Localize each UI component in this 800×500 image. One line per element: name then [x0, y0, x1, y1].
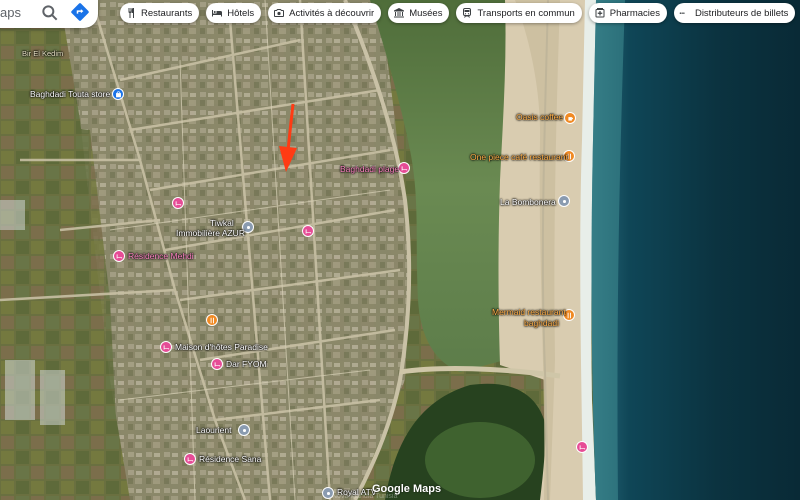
hotel-marker[interactable]: [211, 358, 223, 370]
place-label-one-piece: One piece café restaurant: [470, 152, 568, 162]
hotel-marker[interactable]: [184, 453, 196, 465]
pharmacy-icon: [595, 8, 605, 18]
bed-icon: [401, 165, 407, 171]
bed-icon: [305, 228, 311, 234]
directions-icon[interactable]: [70, 2, 90, 22]
search-input[interactable]: [0, 5, 40, 20]
place-label-baghdadi-touta: Baghdadi Touta store: [30, 89, 111, 99]
chip-restaurants[interactable]: Restaurants: [120, 3, 200, 23]
pin-icon: [326, 491, 330, 495]
chip-hotels[interactable]: Hôtels: [206, 3, 262, 23]
pin-icon: [242, 428, 246, 432]
museum-icon: [394, 8, 405, 18]
google-maps-watermark: Google Maps: [372, 483, 442, 495]
place-marker[interactable]: [558, 195, 570, 207]
place-label-bombonera: La Bombonera: [500, 197, 556, 207]
coffee-icon: [567, 116, 573, 121]
chip-atms[interactable]: ••• Distributeurs de billets: [673, 3, 796, 23]
chip-label: Restaurants: [141, 7, 193, 19]
chip-activities[interactable]: Activités à découvrir: [268, 3, 382, 23]
bed-icon: [212, 10, 223, 17]
bed-icon: [579, 444, 585, 450]
chip-pharmacies[interactable]: Pharmacies: [588, 3, 667, 23]
fork-knife-icon: [567, 312, 571, 318]
place-label-dar-fyom: Dar FYOM: [226, 359, 267, 369]
hotel-marker[interactable]: [160, 341, 172, 353]
chip-label: Pharmacies: [609, 7, 660, 19]
place-label-mermaid-1: Mermaid restaurant: [492, 307, 566, 317]
restaurant-marker[interactable]: [206, 314, 218, 326]
search-icon[interactable]: [40, 3, 60, 23]
atm-icon: •••: [679, 11, 685, 17]
place-label-sana: Résidence Sana: [199, 454, 262, 464]
chip-label: Musées: [409, 7, 443, 19]
bed-icon: [163, 344, 169, 350]
place-label-immobiliere: Immobilière AZUR: [176, 228, 245, 238]
hotel-marker[interactable]: [302, 225, 314, 237]
hotel-marker[interactable]: [113, 250, 125, 262]
hotel-marker[interactable]: [398, 162, 410, 174]
chip-museums[interactable]: Musées: [388, 3, 450, 23]
fork-knife-icon: [128, 8, 134, 18]
chip-transit[interactable]: Transports en commun: [456, 3, 582, 23]
place-label-laourient: Laourient: [196, 425, 232, 435]
chip-label: Transports en commun: [477, 7, 575, 19]
place-label-oasis-coffee: Oasis coffee: [516, 112, 564, 122]
pin-icon: [246, 225, 250, 229]
bed-icon: [175, 200, 181, 206]
place-label-bir-el-kedim: Bir El Kedim: [22, 49, 64, 58]
place-label-baghdadi-plage: Baghdadi plage: [340, 164, 400, 174]
chip-label: Hôtels: [227, 7, 255, 19]
svg-text:•••: •••: [679, 11, 685, 17]
place-label-mehdi: Résidence Mehdi: [128, 251, 194, 261]
pin-icon: [562, 199, 566, 203]
hotel-marker[interactable]: [576, 441, 588, 453]
category-chips: Restaurants Hôtels Activités à découvrir…: [120, 3, 796, 23]
bed-icon: [187, 456, 193, 462]
bed-icon: [116, 253, 122, 259]
bed-icon: [214, 361, 220, 367]
place-label-tiwkal: Tiwkal: [210, 218, 234, 228]
place-marker[interactable]: [238, 424, 250, 436]
cafe-marker[interactable]: [564, 112, 576, 124]
camera-icon: [274, 9, 285, 17]
fork-knife-icon: [210, 317, 214, 323]
train-icon: [463, 8, 472, 18]
shop-marker[interactable]: [112, 88, 124, 100]
place-label-maison: Maison d'hôtes Paradise: [175, 342, 268, 352]
place-label-mermaid-2: baghdadi: [524, 318, 559, 328]
shopping-bag-icon: [115, 90, 121, 97]
hotel-marker[interactable]: [172, 197, 184, 209]
chip-label: Distributeurs de billets: [694, 7, 789, 19]
search-box: [0, 0, 98, 28]
chip-label: Activités à découvrir: [289, 7, 375, 19]
